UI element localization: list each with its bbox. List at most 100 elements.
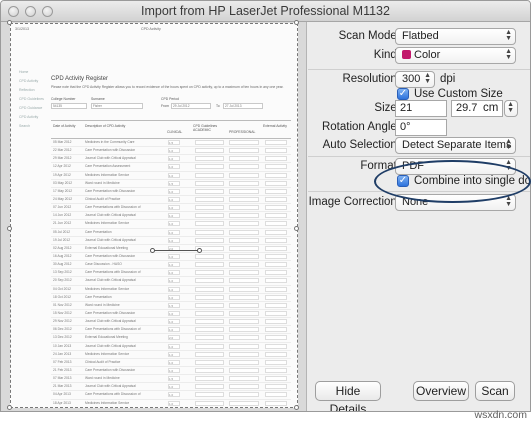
row-description: Care Presentations with Discussion of	[85, 392, 141, 397]
resolution-combo[interactable]: 300 ▲ ▼	[395, 71, 435, 88]
row-date: 24 Jan 2013	[53, 351, 72, 356]
highlight-ellipse	[374, 160, 531, 203]
row-professional-cell	[229, 196, 259, 202]
row-academic-cell	[195, 294, 224, 300]
row-date: 04 Apr 2013	[53, 392, 71, 397]
table-row: 18 Oct 2012 Care Presentation 1.0	[51, 294, 291, 302]
row-clinical-hours: 1.0	[168, 343, 180, 349]
row-external-cell	[265, 188, 287, 194]
col-date-header: Date of Activity	[53, 124, 76, 128]
chevron-updown-icon: ▲ ▼	[505, 138, 512, 151]
chevron-updown-icon: ▲ ▼	[424, 72, 431, 85]
crop-handle[interactable]	[294, 226, 299, 231]
row-external-cell	[265, 343, 287, 349]
row-external-cell	[265, 213, 287, 219]
row-description: Care Presentation with Discussion	[85, 310, 136, 315]
row-professional-cell	[229, 253, 259, 259]
doc-date: 3/1/2013	[15, 27, 29, 31]
crop-handle[interactable]	[294, 20, 299, 25]
scan-button[interactable]: Scan	[475, 381, 515, 401]
table-row: 19 Apr 2012 Medicines Information Service…	[51, 172, 291, 180]
table-row: 17 May 2012 Care Presentation with Discus…	[51, 188, 291, 196]
row-clinical-hours: 1.0	[168, 156, 180, 162]
row-external-cell	[265, 237, 287, 243]
table-row: 12 Apr 2012 Care Presentation Assessment 1…	[51, 163, 291, 172]
row-date: 07 Jun 2012	[53, 205, 72, 210]
row-professional-cell	[229, 376, 259, 382]
col-description-header: Description of CPD Activity	[85, 124, 126, 128]
col-professional-header: PROFESSIONAL	[229, 130, 256, 134]
row-clinical-hours: 2.0	[168, 335, 180, 341]
row-external-cell	[265, 327, 287, 333]
row-clinical-hours: 1.0	[168, 196, 180, 202]
auto-selection-popup[interactable]: Detect Separate Items ▲ ▼	[395, 137, 516, 154]
crop-handle[interactable]	[294, 405, 299, 410]
row-date: 21 Feb 2013	[53, 367, 72, 372]
row-external-cell	[265, 164, 287, 170]
table-row: 01 Nov 2012 Ward round in Medicine 1.5	[51, 302, 291, 310]
row-external-cell	[265, 294, 287, 300]
overview-button[interactable]: Overview	[413, 381, 469, 401]
use-custom-size-checkbox[interactable]: ✓	[397, 88, 409, 100]
width-field[interactable]: 21	[395, 100, 447, 117]
rotation-center-handle[interactable]	[150, 248, 155, 253]
row-academic-cell	[195, 376, 224, 382]
row-description: External Educational Meeting	[85, 335, 128, 340]
row-date: 17 May 2012	[53, 188, 73, 193]
scan-mode-popup[interactable]: Flatbed ▲ ▼	[395, 28, 516, 45]
college-number-label: College Number	[51, 97, 76, 101]
row-date: 19 Jul 2012	[53, 237, 71, 242]
row-description: Clinical Audit of Practice	[85, 196, 121, 201]
row-clinical-hours: 1.0	[168, 253, 180, 259]
row-professional-cell	[229, 148, 259, 154]
table-row: 05 Mar 2012 Medicines in the Community Ca…	[51, 139, 291, 148]
rotation-angle-field[interactable]: 0°	[395, 119, 447, 136]
row-date: 01 Nov 2012	[53, 302, 72, 307]
table-row: 21 Jun 2012 Medicines Information Service…	[51, 220, 291, 229]
row-description: Medicines Information Service	[85, 400, 130, 405]
row-academic-cell	[195, 172, 224, 178]
row-date: 24 May 2012	[53, 196, 73, 201]
table-row: 07 Mar 2013 Ward round in Medicine 1.5	[51, 375, 291, 384]
row-description: Journal Club with Critical Appraisal	[85, 343, 136, 348]
row-date: 18 Apr 2013	[53, 400, 71, 405]
row-external-cell	[265, 376, 287, 382]
cpd-period-label: CPD Period	[161, 97, 179, 101]
crop-handle[interactable]	[7, 20, 12, 25]
title-bar: Import from HP LaserJet Professional M11…	[1, 1, 530, 22]
scan-preview-area[interactable]: 3/1/2013 CPD Activity Home CPD Activity …	[1, 20, 307, 411]
kind-popup[interactable]: Color ▲ ▼	[395, 47, 516, 64]
row-description: Medicines in the Community Care	[85, 140, 135, 144]
row-academic-cell	[195, 221, 224, 227]
crop-handle[interactable]	[7, 405, 12, 410]
row-professional-cell	[229, 172, 259, 178]
row-professional-cell	[229, 221, 259, 227]
size-unit-popup[interactable]: ▲ ▼	[504, 100, 518, 117]
doc-header: CPD Activity	[141, 27, 161, 31]
rotation-handle[interactable]	[197, 248, 202, 253]
table-row: 04 Oct 2012 Medicines Information Service…	[51, 286, 291, 294]
doc-side-item: CPD Guidelines	[19, 97, 44, 101]
row-academic-cell	[195, 310, 224, 316]
table-row: 21 Feb 2013 Care Presentation with Discus…	[51, 367, 291, 376]
row-academic-cell	[195, 319, 224, 325]
table-row: 16 Aug 2012 Care Presentation with Discus…	[51, 253, 291, 262]
row-professional-cell	[229, 327, 259, 333]
table-row: 22 Mar 2012 Care Presentation with Discus…	[51, 147, 291, 156]
row-description: Care Presentation	[85, 294, 112, 299]
row-professional-cell	[229, 262, 259, 268]
scanned-page[interactable]: 3/1/2013 CPD Activity Home CPD Activity …	[10, 23, 298, 408]
crop-handle[interactable]	[7, 226, 12, 231]
to-date: 27 Jul 2013	[223, 103, 263, 109]
row-professional-cell	[229, 392, 259, 398]
row-date: 05 Jul 2012	[53, 229, 71, 234]
row-professional-cell	[229, 343, 259, 349]
hide-details-button[interactable]: Hide Details	[315, 381, 381, 411]
rotation-line	[153, 250, 199, 251]
row-clinical-hours: 1.0	[168, 367, 180, 373]
chevron-updown-icon: ▲ ▼	[507, 101, 514, 114]
scanner-window: Import from HP LaserJet Professional M11…	[0, 0, 531, 412]
row-academic-cell	[195, 343, 224, 349]
row-date: 10 Jan 2013	[53, 343, 72, 348]
chevron-updown-icon: ▲ ▼	[505, 48, 512, 61]
